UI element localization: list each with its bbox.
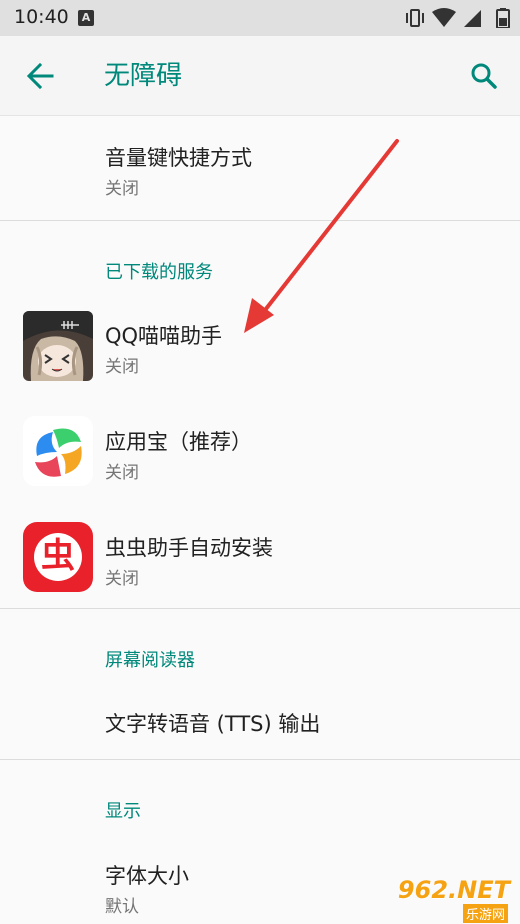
yingyongbao-app-icon: [23, 416, 93, 486]
section-screen-reader: 屏幕阅读器: [105, 650, 195, 671]
divider: [0, 220, 520, 221]
qq-helper-app-icon: [23, 311, 93, 381]
volume-shortcut-title: 音量键快捷方式: [105, 146, 252, 170]
toolbar: 无障碍: [0, 36, 520, 116]
back-button[interactable]: [20, 56, 60, 96]
tts-output-title: 文字转语音 (TTS) 输出: [105, 712, 321, 736]
qq-helper-status: 关闭: [105, 357, 139, 377]
tts-output-item[interactable]: 文字转语音 (TTS) 输出: [0, 684, 520, 758]
notification-a-icon: A: [78, 10, 94, 26]
chongchong-status: 关闭: [105, 569, 139, 589]
vibrate-icon: [406, 9, 424, 27]
section-downloaded-services: 已下载的服务: [105, 262, 213, 283]
anime-avatar-icon: [23, 311, 93, 381]
status-bar: 10:40 A: [0, 0, 520, 36]
section-display: 显示: [105, 801, 141, 822]
search-icon: [471, 63, 497, 89]
signal-icon: [464, 10, 481, 27]
page-title: 无障碍: [104, 61, 183, 91]
wifi-icon: [432, 8, 456, 27]
search-button[interactable]: [464, 56, 504, 96]
watermark-sub-text: 乐游网: [462, 904, 508, 923]
qq-helper-title: QQ喵喵助手: [105, 324, 223, 348]
yingyongbao-status: 关闭: [105, 463, 139, 483]
chongchong-logo-glyph: 虫: [41, 536, 75, 576]
qq-helper-item[interactable]: QQ喵喵助手 关闭: [0, 300, 520, 392]
yingyongbao-item[interactable]: 应用宝（推荐） 关闭: [0, 406, 520, 498]
watermark-logo: 962.NET 乐游网: [384, 876, 514, 923]
font-size-value: 默认: [105, 897, 139, 917]
chongchong-item[interactable]: 虫 虫虫助手自动安装 关闭: [0, 512, 520, 606]
chongchong-title: 虫虫助手自动安装: [105, 536, 273, 560]
volume-shortcut-status: 关闭: [105, 179, 139, 199]
font-size-title: 字体大小: [105, 864, 189, 888]
arrow-back-icon: [26, 62, 54, 90]
yingyongbao-title: 应用宝（推荐）: [105, 430, 252, 454]
watermark-main-text: 962.NET: [397, 876, 510, 904]
yingyongbao-logo-icon: [23, 416, 93, 486]
divider: [0, 759, 520, 760]
volume-shortcut-item[interactable]: 音量键快捷方式 关闭: [0, 118, 520, 220]
status-time: 10:40: [14, 6, 69, 28]
chongchong-app-icon: 虫: [23, 522, 93, 592]
divider: [0, 608, 520, 609]
battery-icon: [496, 8, 510, 28]
